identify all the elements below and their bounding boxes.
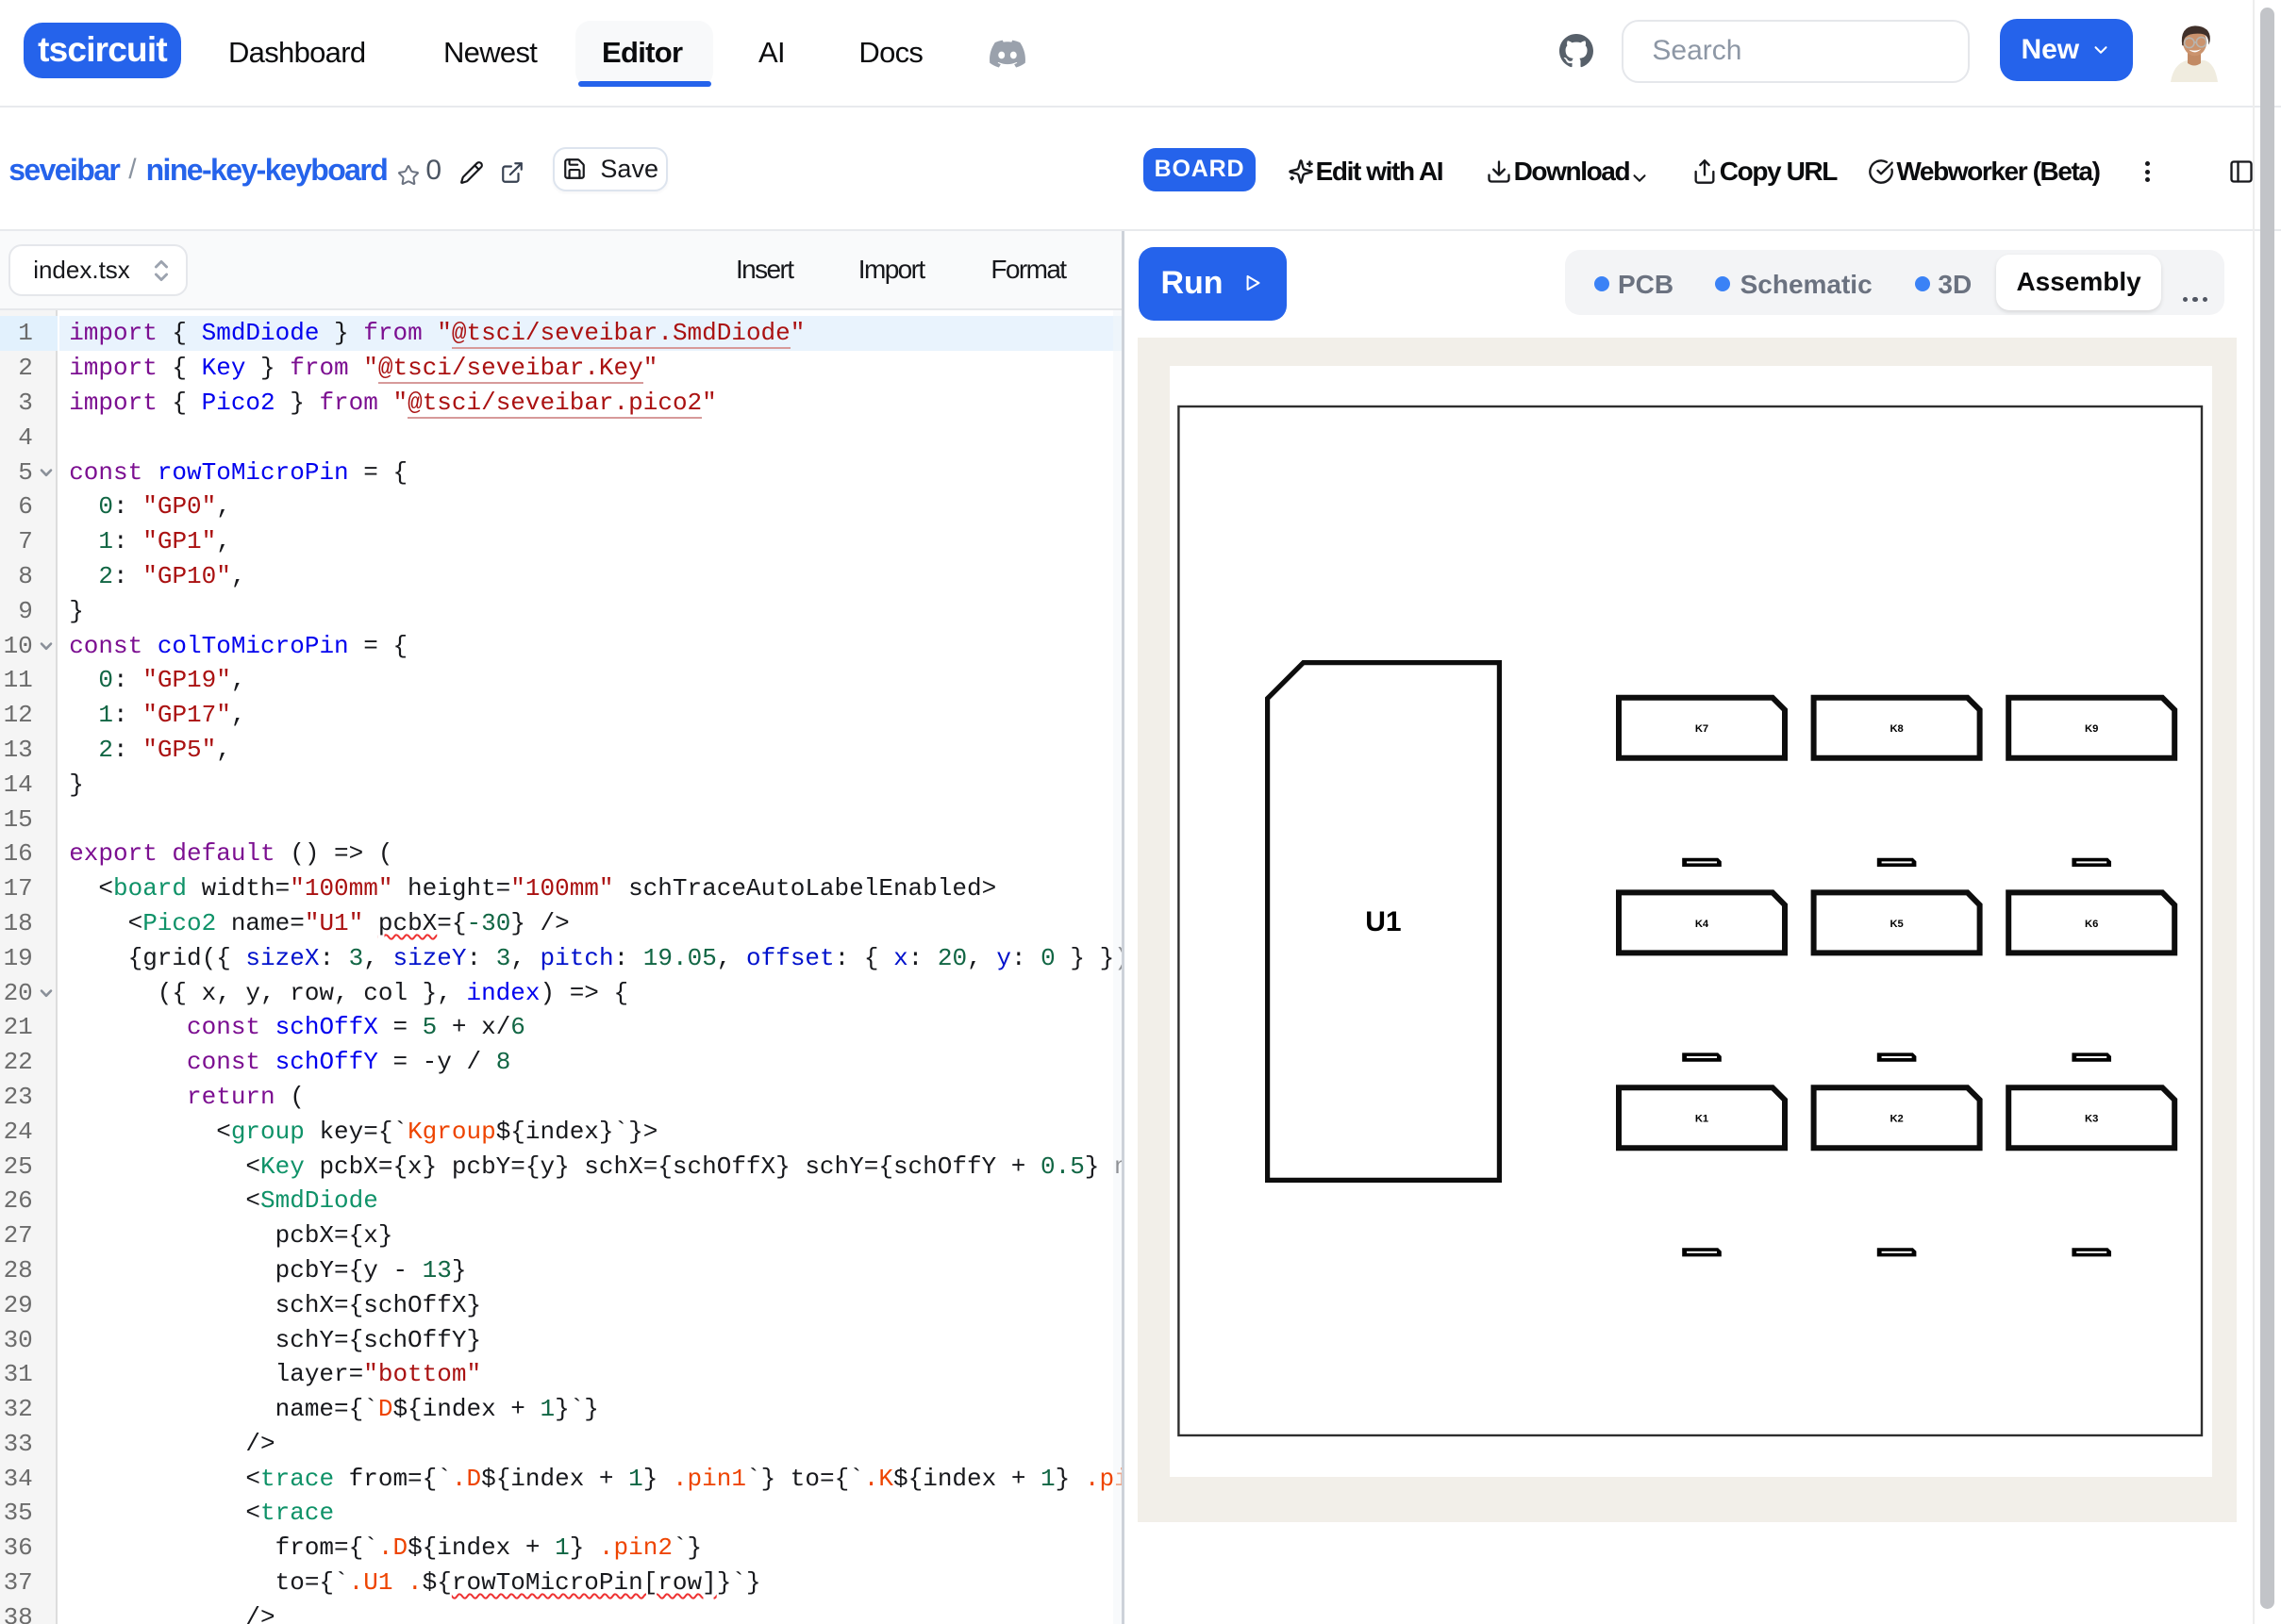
svg-text:K2: K2 [1890, 1113, 1903, 1124]
svg-text:K1: K1 [1695, 1113, 1708, 1124]
svg-text:K8: K8 [1890, 723, 1903, 735]
svg-text:U1: U1 [1365, 906, 1401, 937]
svg-text:K9: K9 [2085, 723, 2098, 735]
svg-text:K3: K3 [2085, 1113, 2098, 1124]
svg-text:K4: K4 [1695, 919, 1709, 930]
svg-text:K5: K5 [1890, 919, 1903, 930]
svg-text:K6: K6 [2085, 919, 2098, 930]
svg-text:K7: K7 [1695, 723, 1708, 735]
